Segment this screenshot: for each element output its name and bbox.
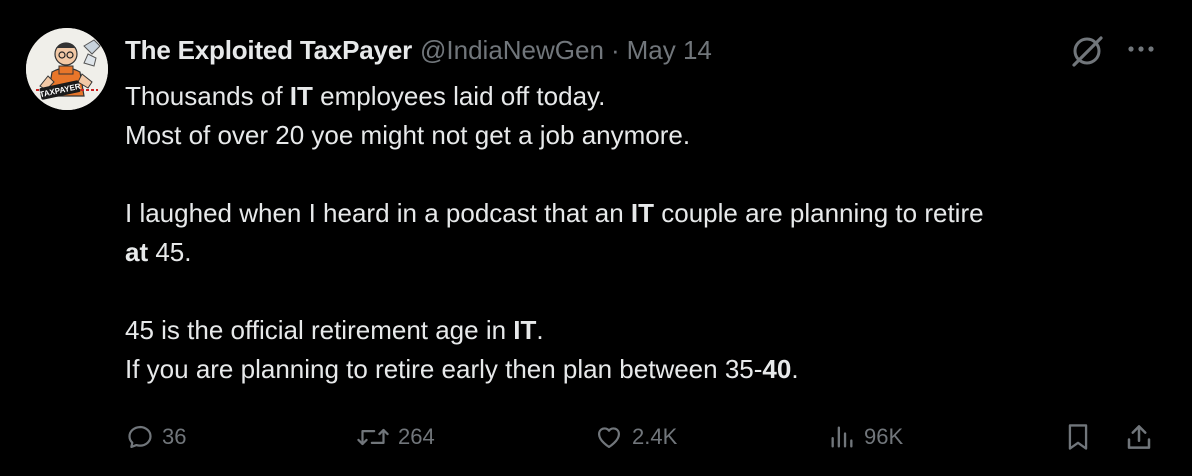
grok-icon[interactable] (1068, 32, 1106, 68)
tweet: TAXPAYER The Exploited TaxPayer @IndiaNe… (0, 0, 1192, 476)
action-bar: 36 264 2.4K 96K (0, 414, 1192, 460)
author-handle[interactable]: @IndiaNewGen (420, 34, 604, 66)
tweet-text-line: 45 is the official retirement age in IT. (125, 311, 1165, 350)
like-count: 2.4K (632, 424, 678, 449)
reply-icon (128, 425, 152, 449)
repost-button[interactable]: 264 (356, 420, 435, 454)
bookmark-icon (1068, 424, 1088, 450)
tweet-text-run: . (536, 315, 544, 345)
tweet-text-blank-line (125, 155, 1165, 194)
tweet-text-bold: 40 (762, 354, 792, 384)
tweet-text-line: at 45. (125, 233, 1165, 272)
tweet-text-blank-line (125, 272, 1165, 311)
tweet-text-run: . (791, 354, 799, 384)
tweet-header: The Exploited TaxPayer @IndiaNewGen · Ma… (125, 34, 712, 66)
like-button[interactable]: 2.4K (594, 420, 677, 454)
reply-count: 36 (162, 424, 187, 449)
tweet-text-run: employees laid off today. (312, 81, 606, 111)
tweet-text-run: 45 is the official retirement age in (125, 315, 514, 345)
views-count: 96K (864, 424, 904, 449)
tweet-text-line: If you are planning to retire early then… (125, 350, 1165, 389)
repost-icon (357, 428, 389, 446)
views-icon (831, 426, 853, 448)
views-button[interactable]: 96K (828, 420, 903, 454)
avatar-illustration: TAXPAYER (26, 28, 108, 110)
more-icon[interactable] (1124, 36, 1158, 62)
tweet-text-run: 45. (148, 237, 192, 267)
tweet-text-run: I laughed when I heard in a podcast that… (125, 198, 631, 228)
tweet-text: Thousands of IT employees laid off today… (125, 77, 1165, 389)
tweet-text-run: Most of over 20 yoe might not get a job … (125, 120, 691, 150)
tweet-text-bold: IT (289, 81, 313, 111)
heart-icon (597, 427, 621, 449)
tweet-text-bold: IT (630, 198, 655, 228)
bookmark-button[interactable] (1064, 420, 1092, 454)
tweet-text-bold: at (125, 237, 149, 267)
tweet-text-run: couple are planning to retire (654, 198, 984, 228)
share-button[interactable] (1124, 420, 1154, 454)
tweet-date[interactable]: May 14 (627, 34, 712, 66)
tweet-text-line: Most of over 20 yoe might not get a job … (125, 116, 1165, 155)
header-separator: · (610, 35, 620, 65)
tweet-text-run: If you are planning to retire early then… (125, 354, 763, 384)
tweet-text-line: I laughed when I heard in a podcast that… (125, 194, 1165, 233)
share-icon (1127, 425, 1151, 449)
avatar[interactable]: TAXPAYER (26, 28, 108, 110)
tweet-text-run: Thousands of (125, 81, 290, 111)
repost-count: 264 (398, 424, 435, 449)
author-name[interactable]: The Exploited TaxPayer (125, 34, 412, 66)
tweet-text-line: Thousands of IT employees laid off today… (125, 77, 1165, 116)
reply-button[interactable]: 36 (126, 420, 186, 454)
tweet-text-bold: IT (513, 315, 537, 345)
